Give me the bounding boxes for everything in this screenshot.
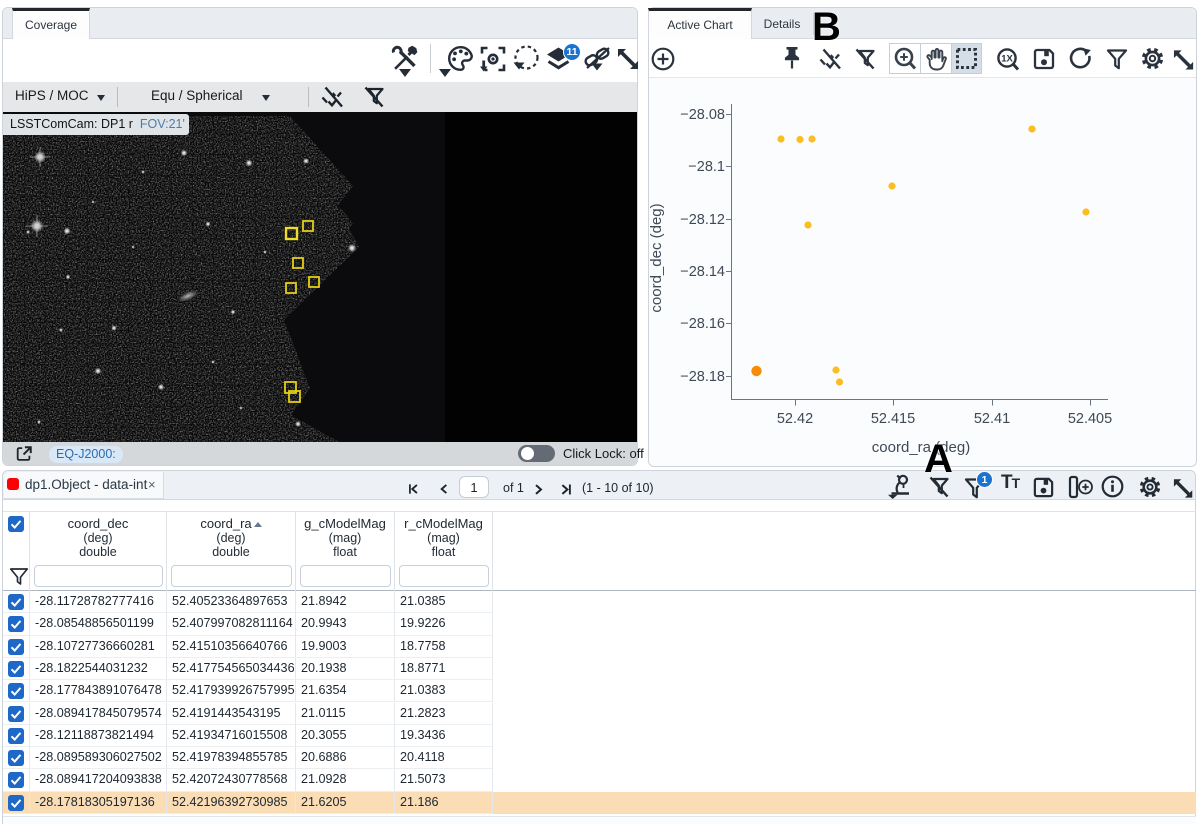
svg-text:−28.1: −28.1 (688, 159, 725, 175)
svg-text:−28.08: −28.08 (680, 107, 725, 123)
svg-text:−28.12: −28.12 (680, 212, 725, 228)
svg-text:coord_ra (deg): coord_ra (deg) (872, 439, 970, 456)
svg-text:52.42: 52.42 (777, 411, 813, 427)
svg-text:coord_dec (deg): coord_dec (deg) (649, 203, 665, 312)
svg-text:−28.18: −28.18 (680, 369, 725, 385)
svg-text:−28.16: −28.16 (680, 316, 725, 332)
svg-text:52.415: 52.415 (871, 411, 915, 427)
svg-text:1X: 1X (1001, 54, 1013, 65)
svg-text:−28.14: −28.14 (680, 264, 725, 280)
svg-text:52.405: 52.405 (1068, 411, 1112, 427)
svg-text:52.41: 52.41 (974, 411, 1010, 427)
